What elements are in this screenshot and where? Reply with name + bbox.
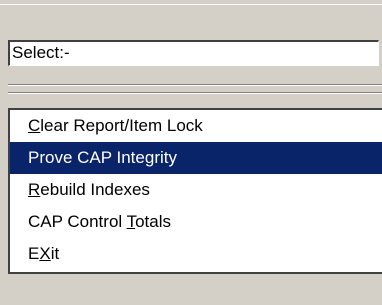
mnemonic-underline: X xyxy=(39,244,51,263)
menu-list[interactable]: Clear Report/Item Lock Prove CAP Integri… xyxy=(8,108,382,274)
separator-line-lower xyxy=(8,92,382,94)
menu-item-clear-report-item-lock[interactable]: Clear Report/Item Lock xyxy=(10,110,382,142)
mnemonic-underline: R xyxy=(28,180,41,199)
menu-item-exit[interactable]: EXit xyxy=(10,238,382,270)
separator-line xyxy=(8,84,382,86)
select-field[interactable]: Select:- xyxy=(8,40,379,66)
menu-item-prove-cap-integrity[interactable]: Prove CAP Integrity xyxy=(10,142,382,174)
menu-item-cap-control-totals[interactable]: CAP Control Totals xyxy=(10,206,382,238)
mnemonic-underline: C xyxy=(28,116,41,135)
mnemonic-underline: T xyxy=(126,212,136,231)
menu-item-rebuild-indexes[interactable]: Rebuild Indexes xyxy=(10,174,382,206)
top-divider xyxy=(0,4,382,5)
